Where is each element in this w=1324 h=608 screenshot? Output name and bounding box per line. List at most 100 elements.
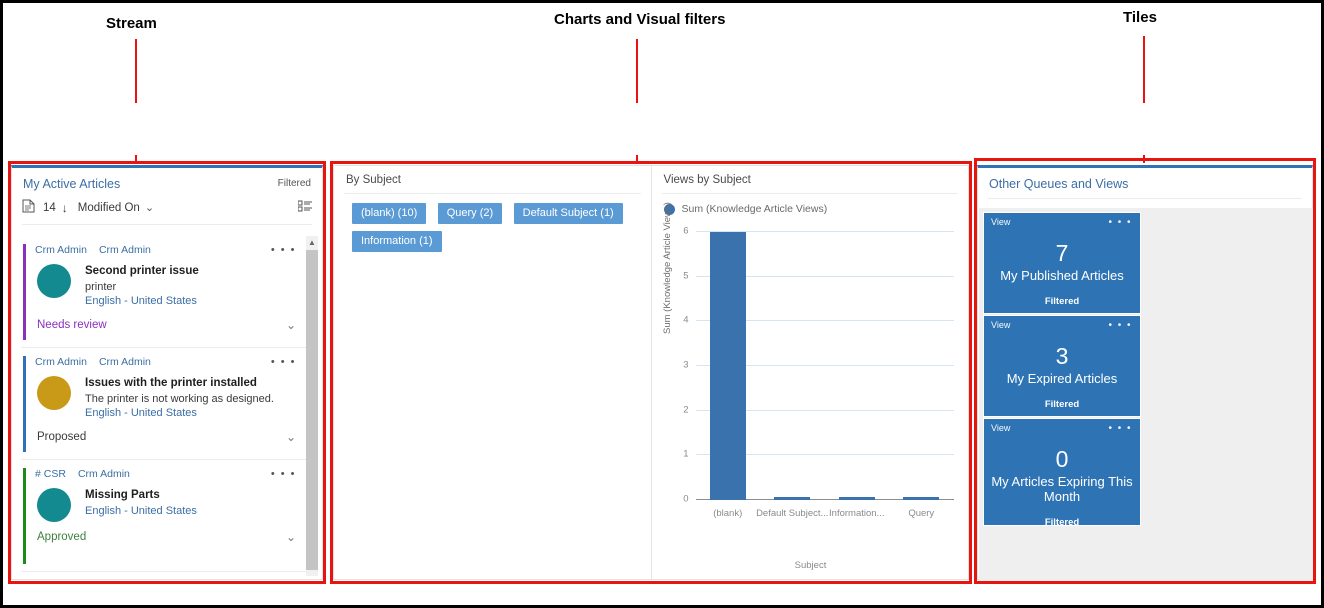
chart-y-tick-label: 1 [683, 448, 689, 460]
avatar [37, 488, 71, 522]
stream-filtered-label: Filtered [277, 178, 311, 189]
app-bar: My Knowledge Dashbo... ⌄ This Quarter 01… [3, 103, 1321, 242]
item-subtitle: printer [85, 280, 117, 293]
chart-bar[interactable] [774, 497, 811, 500]
chart-y-tick-label: 6 [683, 225, 689, 237]
list-item[interactable]: # CSR Crm Admin • • • Missing Parts Engl… [21, 460, 306, 572]
item-author: Crm Admin [98, 356, 151, 368]
scroll-up-icon[interactable]: ▲ [306, 236, 318, 249]
chevron-down-icon[interactable]: ⌄ [286, 430, 296, 444]
list-item[interactable]: Crm Admin Crm Admin • • • Issues with th… [21, 348, 306, 460]
chart-plot-area[interactable]: 0 1 2 3 4 5 6 (blank) Default Subject... Informat… [683, 226, 954, 519]
chart-x-axis-label: Subject [794, 560, 827, 571]
tile-kind-label: View [991, 217, 1011, 227]
chart-y-tick-label: 2 [683, 404, 689, 416]
status-badge: Needs review [37, 318, 107, 331]
item-subtitle: The printer is not working as designed. [85, 392, 274, 405]
overflow-menu-icon[interactable]: • • • [271, 356, 296, 368]
chart-title: Views by Subject [663, 174, 751, 186]
screenshot-root: Stream Charts and Visual filters Tiles M… [0, 0, 1324, 608]
tile-my-expired-articles[interactable]: View • • • 3 My Expired Articles Filtere… [983, 315, 1141, 417]
stream-panel: My Active Articles Filtered 14 ↓ Modifie… [11, 165, 323, 580]
tile-name: My Published Articles [1000, 268, 1124, 283]
legend-label: Sum (Knowledge Article Views) [681, 203, 828, 215]
stream-list: Crm Admin Crm Admin • • • Second printer… [21, 236, 306, 576]
visual-filter-title: By Subject [346, 174, 401, 186]
chevron-down-icon[interactable]: ⌄ [145, 201, 154, 214]
chart-bar[interactable] [709, 232, 746, 500]
item-owner: # CSR [35, 468, 66, 480]
tile-kind-label: View [991, 320, 1011, 330]
tile-filtered-label: Filtered [1044, 398, 1080, 410]
item-language[interactable]: English - United States [85, 294, 199, 309]
overflow-menu-icon[interactable]: • • • [1108, 320, 1132, 331]
status-badge: Proposed [37, 430, 87, 443]
item-owner: Crm Admin [35, 356, 87, 368]
status-accent-bar [23, 468, 26, 564]
filter-chip-information[interactable]: Information (1) [352, 231, 442, 252]
scrollbar-thumb[interactable] [306, 250, 318, 570]
chart-y-tick-label: 4 [683, 314, 689, 326]
tile-kind-label: View [991, 423, 1011, 433]
callout-label-tiles: Tiles [1123, 9, 1157, 26]
status-accent-bar [23, 244, 26, 340]
item-owner: Crm Admin [35, 244, 87, 256]
overflow-menu-icon[interactable]: • • • [271, 468, 296, 480]
tiles-panel-title: Other Queues and Views [989, 177, 1129, 191]
tiles-body: View • • • 7 My Published Articles Filte… [979, 208, 1313, 581]
bar-chart-section: Views by Subject Sum (Knowledge Article … [652, 166, 969, 579]
avatar [37, 264, 71, 298]
document-icon [22, 199, 35, 216]
item-author: Crm Admin [77, 468, 130, 480]
chart-legend: Sum (Knowledge Article Views) [652, 194, 969, 215]
sort-direction-icon[interactable]: ↓ [62, 201, 68, 215]
tile-count: 3 [1055, 343, 1069, 369]
chart-title-row: Views by Subject [661, 166, 958, 194]
chart-bar[interactable] [903, 497, 940, 500]
tile-name: My Articles Expiring This Month [991, 474, 1133, 504]
overflow-menu-icon[interactable]: • • • [1108, 423, 1132, 434]
tile-count: 0 [1055, 446, 1069, 472]
overflow-menu-icon[interactable]: • • • [1108, 217, 1132, 228]
overflow-menu-icon[interactable]: • • • [271, 244, 296, 256]
chart-x-tick-label: Default Subject... [756, 508, 829, 519]
chart-y-axis-label: Sum (Knowledge Article Views) [661, 202, 673, 334]
chevron-down-icon[interactable]: ⌄ [286, 530, 296, 544]
chart-y-tick-label: 5 [683, 270, 689, 282]
charts-panel: By Subject (blank) (10) Query (2) Defaul… [333, 165, 969, 580]
tiles-panel: Other Queues and Views View • • • 7 My P… [977, 165, 1313, 581]
chevron-down-icon[interactable]: ⌄ [286, 318, 296, 332]
visual-filter-section: By Subject (blank) (10) Query (2) Defaul… [334, 166, 652, 579]
visual-filter-title-row: By Subject [344, 166, 641, 194]
status-accent-bar [23, 356, 26, 452]
tile-my-published-articles[interactable]: View • • • 7 My Published Articles Filte… [983, 212, 1141, 314]
item-title[interactable]: Issues with the printer installed [85, 376, 274, 392]
list-view-icon[interactable] [297, 200, 312, 215]
list-item[interactable]: Crm Admin Crm Admin • • • Second printer… [21, 236, 306, 348]
chart-bar[interactable] [838, 497, 875, 500]
status-badge: Approved [37, 531, 87, 543]
tile-filtered-label: Filtered [1044, 295, 1080, 307]
stream-record-count: 14 [43, 201, 56, 214]
chart-x-tick-label: Query [908, 508, 935, 519]
stream-scrollbar[interactable]: ▲ [306, 236, 318, 576]
filter-chip-default-subject[interactable]: Default Subject (1) [513, 203, 623, 224]
filter-chip-query[interactable]: Query (2) [437, 203, 503, 224]
item-language[interactable]: English - United States [85, 406, 274, 421]
tile-count: 7 [1055, 240, 1069, 266]
tile-name: My Expired Articles [1006, 371, 1118, 386]
filter-chip-blank[interactable]: (blank) (10) [352, 203, 427, 224]
chart-x-tick-label: Information... [829, 508, 885, 519]
tile-my-articles-expiring-this-month[interactable]: View • • • 0 My Articles Expiring This M… [983, 418, 1141, 528]
divider [988, 198, 1302, 199]
stream-toolbar: 14 ↓ Modified On ⌄ [22, 197, 312, 225]
chart-y-tick-label: 3 [683, 359, 689, 371]
item-title[interactable]: Missing Parts [85, 488, 197, 504]
callout-label-charts: Charts and Visual filters [554, 11, 726, 28]
callout-label-stream: Stream [106, 15, 157, 32]
stream-sort-field[interactable]: Modified On [78, 202, 140, 214]
item-title[interactable]: Second printer issue [85, 264, 199, 280]
chart-x-tick-label: (blank) [713, 508, 743, 519]
filter-chip-list: (blank) (10) Query (2) Default Subject (… [334, 194, 651, 259]
item-language[interactable]: English - United States [85, 504, 197, 519]
